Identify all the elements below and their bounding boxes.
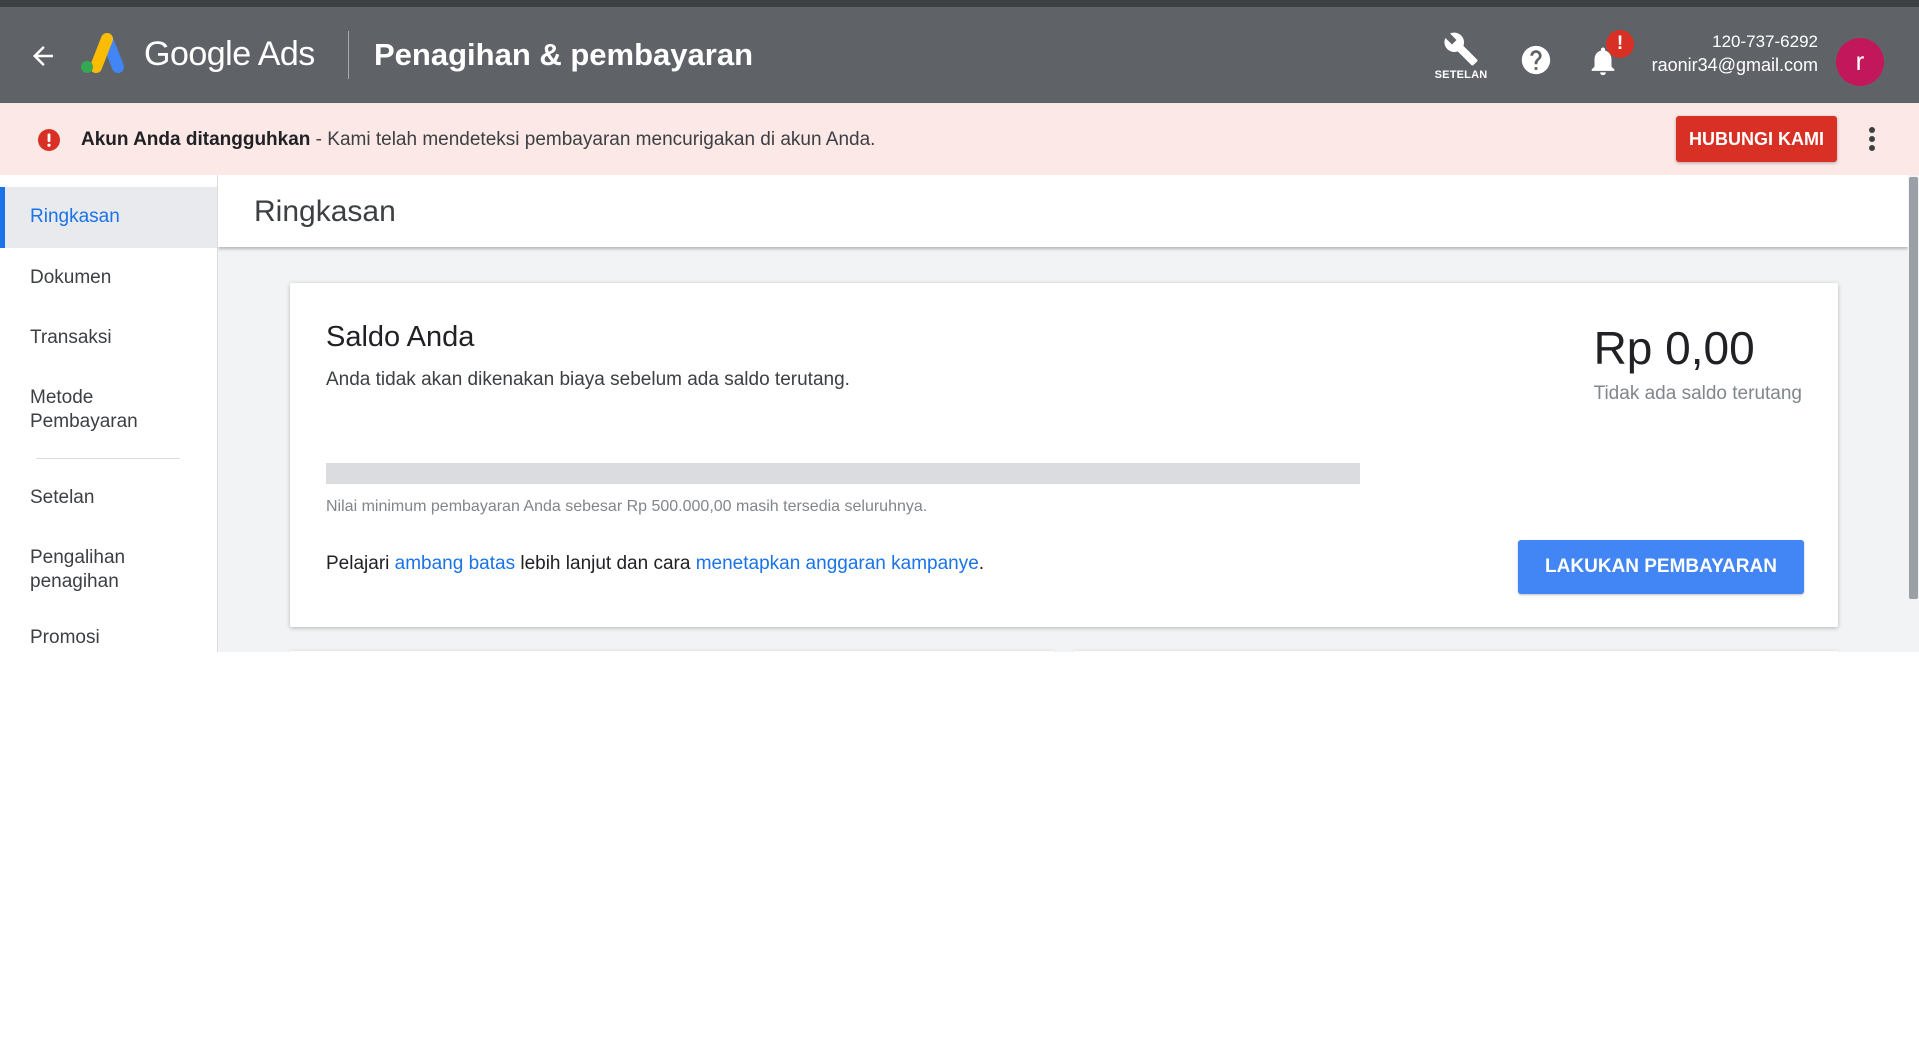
sidebar-item-label: Transaksi xyxy=(30,327,112,348)
learn-suffix: . xyxy=(978,553,985,574)
account-email: raonir34@gmail.com xyxy=(1651,55,1818,75)
account-id: 120-737-6292 xyxy=(1712,32,1818,51)
sidebar-item-label: Metode Pembayaran xyxy=(30,387,138,432)
make-payment-button[interactable]: LAKUKAN PEMBAYARAN xyxy=(1518,540,1804,594)
notification-badge: ! xyxy=(1606,30,1634,58)
scrollbar-thumb[interactable] xyxy=(1909,177,1918,599)
threshold-link[interactable]: ambang batas xyxy=(395,553,515,574)
arrow-back-icon[interactable] xyxy=(28,41,58,71)
sidebar-item-label: Setelan xyxy=(30,487,95,508)
sidebar-item-label: Dokumen xyxy=(30,267,112,288)
main-content: Ringkasan Saldo Anda Anda tidak akan dik… xyxy=(218,175,1908,652)
more-vert-icon[interactable] xyxy=(1864,123,1880,155)
balance-amount: Rp 0,00 xyxy=(1593,322,1755,374)
learn-more-text: Pelajari ambang batas lebih lanjut dan c… xyxy=(326,553,984,575)
learn-prefix: Pelajari xyxy=(326,553,395,574)
sidebar-item-pengalihan-penagihan[interactable]: Pengalihan penagihan xyxy=(0,528,217,608)
sidebar-item-dokumen[interactable]: Dokumen xyxy=(0,248,217,308)
sidebar-item-label: Pengalihan penagihan xyxy=(30,547,126,592)
browser-top-strip xyxy=(0,0,1919,7)
help-circle-icon[interactable] xyxy=(1519,43,1553,77)
secondary-card-left xyxy=(290,651,1054,652)
google-ads-logo-icon xyxy=(81,33,124,73)
campaign-budget-link[interactable]: menetapkan anggaran kampanye xyxy=(696,553,979,574)
wrench-icon xyxy=(1444,32,1478,66)
sidebar-item-setelan[interactable]: Setelan xyxy=(0,468,217,528)
balance-card-title: Saldo Anda xyxy=(326,321,475,353)
account-info[interactable]: 120-737-6292 raonir34@gmail.com xyxy=(1652,31,1818,77)
sidebar-item-label: Ringkasan xyxy=(30,206,120,227)
sidebar-item-ringkasan[interactable]: Ringkasan xyxy=(0,187,217,248)
secondary-card-right xyxy=(1074,651,1838,652)
settings-button[interactable]: SETELAN xyxy=(1430,25,1492,89)
balance-card-subtitle: Anda tidak akan dikenakan biaya sebelum … xyxy=(326,369,850,390)
avatar[interactable]: r xyxy=(1836,38,1884,86)
alert-message: Akun Anda ditangguhkan - Kami telah mend… xyxy=(81,129,875,151)
sidebar-divider xyxy=(36,458,180,459)
sidebar-item-label: Promosi xyxy=(30,627,100,648)
sidebar-item-promosi[interactable]: Promosi xyxy=(0,608,217,652)
sidebar-item-transaksi[interactable]: Transaksi xyxy=(0,308,217,368)
sidebar-item-metode-pembayaran[interactable]: Metode Pembayaran xyxy=(0,368,217,448)
learn-middle: lebih lanjut dan cara xyxy=(515,553,696,574)
alert-title: Akun Anda ditangguhkan xyxy=(81,129,311,150)
content-header: Ringkasan xyxy=(218,175,1908,247)
sidebar-nav: Ringkasan Dokumen Transaksi Metode Pemba… xyxy=(0,175,218,652)
google-ads-logo-text: Google Ads xyxy=(144,35,315,73)
contact-us-button[interactable]: HUBUNGI KAMI xyxy=(1676,116,1837,162)
section-title: Ringkasan xyxy=(254,195,396,228)
payment-threshold-progress xyxy=(326,463,1360,484)
error-circle-icon xyxy=(38,129,60,151)
progress-note: Nilai minimum pembayaran Anda sebesar Rp… xyxy=(326,498,928,515)
header-divider xyxy=(348,31,349,79)
settings-label: SETELAN xyxy=(1434,69,1488,81)
balance-card: Saldo Anda Anda tidak akan dikenakan bia… xyxy=(290,283,1838,627)
app-header: Google Ads Penagihan & pembayaran SETELA… xyxy=(0,7,1919,103)
page-title: Penagihan & pembayaran xyxy=(374,37,754,72)
balance-note: Tidak ada saldo terutang xyxy=(1593,383,1802,404)
alert-detail: - Kami telah mendeteksi pembayaran mencu… xyxy=(310,129,876,150)
balance-summary: Rp 0,00 Tidak ada saldo terutang xyxy=(1594,321,1802,405)
suspension-alert-bar: Akun Anda ditangguhkan - Kami telah mend… xyxy=(0,103,1919,175)
